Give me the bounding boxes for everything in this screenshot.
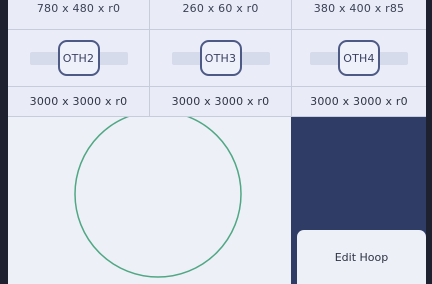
hoop-cell-oth4[interactable]: OTH4 [292, 30, 426, 87]
hoop-cell-oth2[interactable]: OTH2 [8, 30, 150, 87]
size-cell-1[interactable]: 780 x 480 x r0 [8, 0, 150, 30]
hoop-label: OTH4 [343, 51, 375, 65]
hoop-label: OTH2 [62, 51, 95, 65]
size-cell-4[interactable]: 3000 x 3000 x r0 [8, 87, 150, 117]
hoop-row: OTH2 OTH3 OTH4 [8, 30, 426, 87]
size-label: 3000 x 3000 x r0 [29, 95, 128, 108]
size-cell-2[interactable]: 260 x 60 x r0 [150, 0, 292, 30]
hoop-circle [74, 117, 242, 278]
hoop-preview-canvas[interactable] [8, 117, 291, 284]
hoop-button-oth3[interactable]: OTH3 [199, 40, 242, 76]
size-label: 260 x 60 x r0 [182, 2, 259, 15]
size-label: 3000 x 3000 x r0 [310, 95, 408, 108]
size-cell-6[interactable]: 3000 x 3000 x r0 [292, 87, 426, 117]
size-cell-5[interactable]: 3000 x 3000 x r0 [150, 87, 292, 117]
size-cell-3[interactable]: 380 x 400 x r85 [292, 0, 426, 30]
size-label: 780 x 480 x r0 [36, 2, 121, 15]
top-size-row: 780 x 480 x r0 260 x 60 x r0 380 x 400 x… [8, 0, 426, 30]
size-label: 380 x 400 x r85 [313, 2, 405, 15]
hoop-button-oth2[interactable]: OTH2 [57, 40, 100, 76]
hoop-preview-svg [74, 117, 242, 278]
hoop-label: OTH3 [204, 51, 237, 65]
size-label: 3000 x 3000 x r0 [171, 95, 270, 108]
edit-hoop-button[interactable]: Edit Hoop [297, 230, 426, 284]
screen: 780 x 480 x r0 260 x 60 x r0 380 x 400 x… [8, 0, 426, 284]
hoop-button-oth4[interactable]: OTH4 [338, 40, 380, 76]
hoop-cell-oth3[interactable]: OTH3 [150, 30, 292, 87]
edit-hoop-label: Edit Hoop [334, 250, 389, 264]
bottom-size-row: 3000 x 3000 x r0 3000 x 3000 x r0 3000 x… [8, 87, 426, 117]
